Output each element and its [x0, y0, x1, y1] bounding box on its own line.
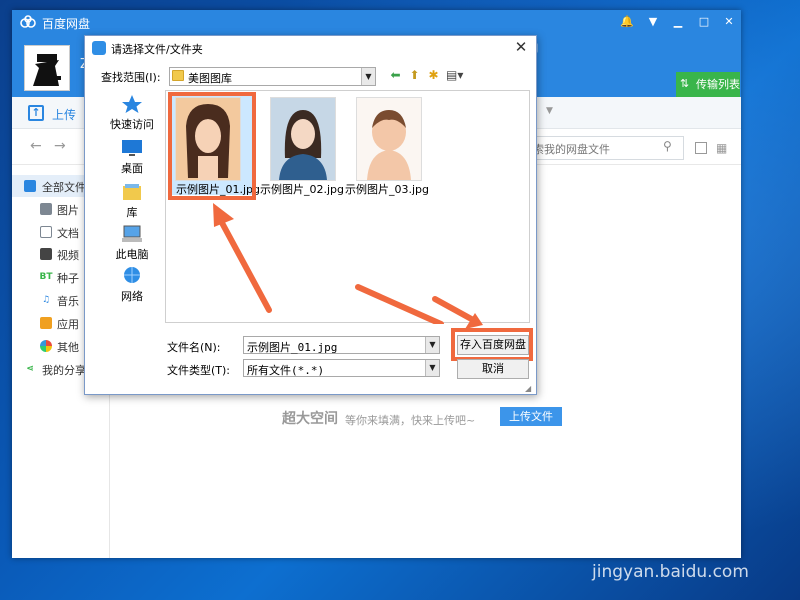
place-desktop[interactable]: 桌面	[101, 136, 163, 180]
desktop-icon	[122, 140, 142, 156]
folder-icon	[172, 70, 184, 81]
dialog-title-bar: 请选择文件/文件夹 ✕	[85, 36, 536, 60]
chevron-down-icon[interactable]: ▼	[425, 360, 439, 376]
annotation-arrow-up	[166, 91, 531, 327]
filetype-label: 文件类型(T):	[167, 364, 231, 377]
library-icon	[123, 184, 141, 200]
place-quick-access[interactable]: 快速访问	[101, 92, 163, 136]
list-view-icon[interactable]	[695, 142, 707, 154]
chevron-down-icon[interactable]: ▼	[425, 337, 439, 353]
computer-icon	[122, 225, 142, 242]
folder-icon	[24, 180, 36, 192]
resize-grip-icon[interactable]: ◢	[525, 384, 531, 393]
image-icon	[40, 203, 52, 215]
detective-avatar-icon	[33, 54, 61, 86]
place-network[interactable]: 网络	[101, 264, 163, 308]
other-icon	[40, 340, 52, 352]
bell-icon[interactable]: 🔔	[617, 13, 637, 31]
filetype-value: 所有文件(*.*)	[247, 364, 325, 377]
place-this-pc[interactable]: 此电脑	[101, 222, 163, 266]
minimize-icon[interactable]: ▁	[668, 13, 688, 31]
video-icon	[40, 248, 52, 260]
empty-title: 超大空间	[282, 411, 338, 427]
look-in-label: 查找范围(I):	[101, 71, 161, 84]
close-icon[interactable]: ✕	[513, 39, 529, 55]
music-icon: ♫	[41, 295, 51, 305]
filename-label: 文件名(N):	[167, 341, 221, 354]
back-arrow-icon[interactable]: ←	[30, 138, 42, 154]
file-list-pane: 示例图片_01.jpg 示例图片_02.jpg 示例图片_03.jpg	[165, 90, 531, 327]
dialog-title: 请选择文件/文件夹	[111, 43, 203, 56]
app-title: 百度网盘	[42, 17, 91, 31]
share-icon: ⋖	[26, 364, 34, 374]
highlight-frame-button	[451, 328, 533, 361]
bt-icon: BT	[39, 272, 53, 282]
grid-view-icon[interactable]: ▦	[716, 141, 727, 155]
search-icon[interactable]: ⚲	[663, 139, 672, 153]
close-icon[interactable]: ✕	[719, 13, 739, 31]
cancel-button[interactable]: 取消	[457, 359, 529, 379]
view-menu-icon[interactable]: ▤▾	[446, 68, 463, 83]
look-in-value: 美图图库	[188, 72, 232, 85]
forward-arrow-icon[interactable]: →	[54, 138, 66, 154]
back-arrow-icon[interactable]: ⬅	[388, 68, 403, 83]
up-folder-icon[interactable]: ⬆	[407, 68, 422, 83]
filename-value: 示例图片_01.jpg	[247, 341, 338, 354]
place-library[interactable]: 库	[101, 180, 163, 224]
upload-icon[interactable]: ↑	[28, 105, 44, 121]
places-bar: 快速访问 桌面 库 此电脑 网络	[101, 90, 163, 303]
title-bar: 百度网盘 🔔 ▼ ▁ □ ✕	[12, 10, 741, 35]
avatar[interactable]	[24, 45, 70, 91]
maximize-icon[interactable]: □	[694, 13, 714, 31]
menu-icon[interactable]: ▼	[643, 13, 663, 31]
document-icon	[40, 226, 52, 238]
app-icon	[40, 317, 52, 329]
network-icon	[124, 267, 140, 283]
transfer-icon: ⇅	[680, 77, 690, 90]
cloud-logo-icon	[20, 15, 36, 28]
chevron-down-icon[interactable]: ▼	[361, 68, 375, 85]
file-dialog: 请选择文件/文件夹 ✕ 查找范围(I): 美图图库 ▼ ⬅ ⬆ ✱ ▤▾ 快速访…	[84, 35, 537, 395]
star-icon	[122, 95, 142, 113]
chevron-down-icon[interactable]: ▼	[546, 106, 553, 116]
watermark-logo: Bai 经验	[584, 528, 708, 563]
upload-file-button[interactable]: 上传文件	[500, 407, 562, 426]
dialog-cloud-icon	[92, 41, 106, 55]
upload-button[interactable]: 上传	[52, 106, 76, 123]
empty-subtitle: 等你来填满，快来上传吧~	[345, 414, 476, 427]
watermark-url: jingyan.baidu.com	[592, 562, 749, 582]
new-folder-icon[interactable]: ✱	[426, 68, 441, 83]
